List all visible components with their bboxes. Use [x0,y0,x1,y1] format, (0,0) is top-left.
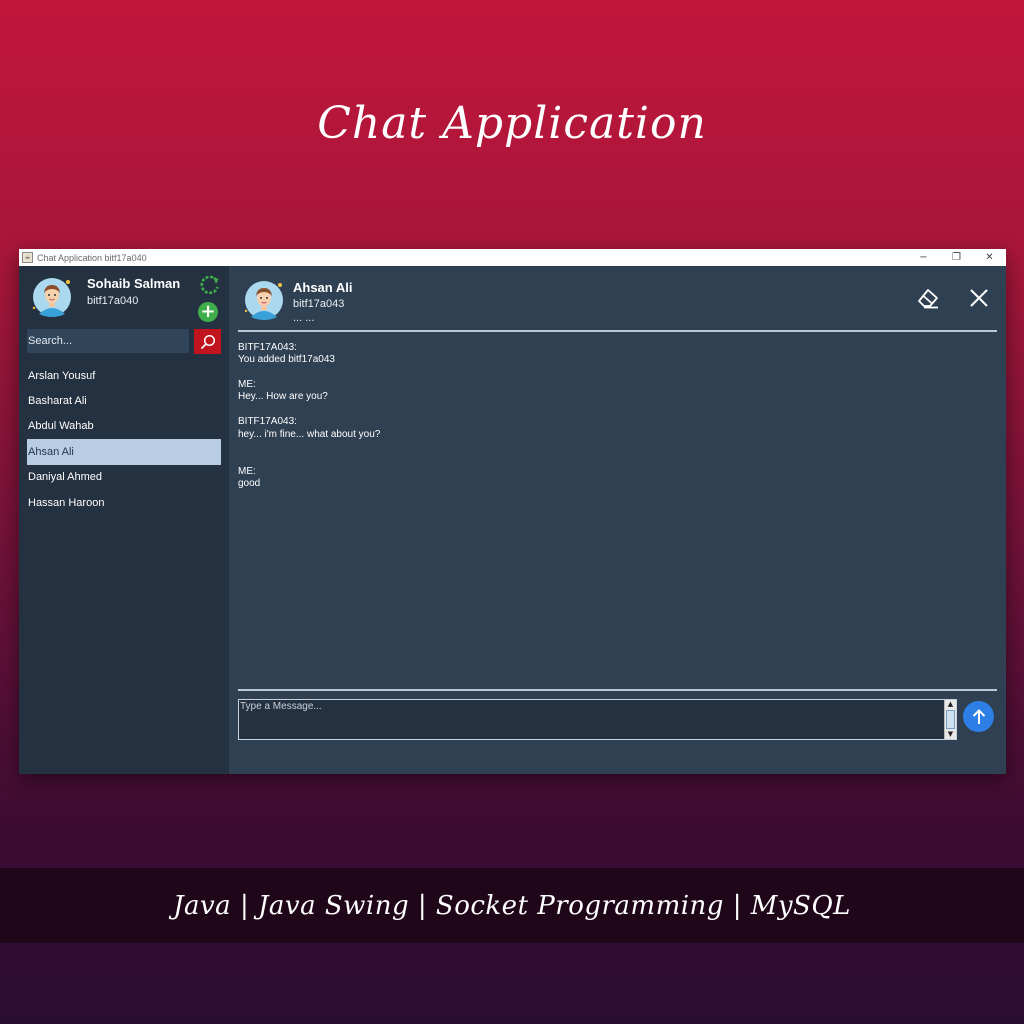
minimize-button[interactable]: − [907,249,940,266]
close-icon[interactable] [968,287,990,309]
message-sender: ME: [238,379,256,391]
header-divider [238,330,997,332]
contact-label: Basharat Ali [28,395,87,408]
scroll-down-icon[interactable]: ▼ [945,730,956,739]
contact-label: Arslan Yousuf [28,369,96,382]
message-text: You added bitf17a043 [238,354,335,366]
contact-label: Daniyal Ahmed [28,471,102,484]
message-input[interactable] [239,700,943,739]
contact-list: Arslan Yousuf Basharat Ali Abdul Wahab A… [27,363,221,515]
search-icon [200,334,215,349]
message: BITF17A043: hey... i'm fine... what abou… [238,416,978,441]
message-composer: ▲ ▼ [238,699,957,740]
window-titlebar: ☕ Chat Application bitf17a040 − ❐ ✕ [19,249,1006,266]
contact-item[interactable]: Abdul Wahab [27,414,221,439]
scroll-up-icon[interactable]: ▲ [945,700,956,709]
message-text: Hey... How are you? [238,391,328,403]
java-app-icon: ☕ [22,252,33,263]
typing-status: ... ... [293,312,315,324]
tech-stack-footer: Java | Java Swing | Socket Programming |… [173,890,851,921]
contact-item[interactable]: Arslan Yousuf [27,363,221,388]
add-contact-icon[interactable]: + [198,302,218,322]
contact-item[interactable]: Daniyal Ahmed [27,465,221,490]
message-text: hey... i'm fine... what about you? [238,428,381,440]
maximize-button[interactable]: ❐ [940,249,973,266]
chat-contact-name: Ahsan Ali [293,280,353,295]
chat-contact-id: bitf17a043 [293,298,345,310]
composer-divider [238,689,997,691]
scroll-thumb[interactable] [946,710,955,729]
contact-item[interactable]: Basharat Ali [27,388,221,413]
contact-item[interactable]: Hassan Haroon [27,490,221,515]
search-input[interactable] [27,329,189,353]
sidebar: Sohaib Salman bitf17a040 + Arslan Yousuf… [19,266,229,774]
message-scrollbar[interactable]: ▲ ▼ [944,700,956,739]
window-controls: − ❐ ✕ [907,249,1006,266]
poster-title: Chat Application [317,98,707,149]
message-text: good [238,478,261,490]
refresh-icon[interactable] [199,274,221,296]
contact-avatar-icon [244,281,283,320]
contact-label: Abdul Wahab [28,420,94,433]
message-sender: ME: [238,465,256,477]
message: ME: Hey... How are you? [238,379,978,404]
message-sender: BITF17A043: [238,342,297,353]
current-user-id: bitf17a040 [87,295,139,307]
user-avatar-icon [32,278,71,317]
message-sender: BITF17A043: [238,416,297,428]
search-button[interactable] [194,329,221,354]
message-log: BITF17A043: You added bitf17a043 ME: Hey… [238,342,978,503]
contact-label: Ahsan Ali [28,445,74,458]
arrow-up-icon [972,708,985,724]
message: BITF17A043: You added bitf17a043 [238,342,978,367]
footer-band: Java | Java Swing | Socket Programming |… [0,868,1024,943]
contact-label: Hassan Haroon [28,496,105,509]
eraser-icon[interactable] [916,287,940,309]
contact-item-selected[interactable]: Ahsan Ali [27,439,221,465]
send-button[interactable] [963,701,994,732]
close-window-button[interactable]: ✕ [973,249,1006,266]
window-title: Chat Application bitf17a040 [37,252,147,263]
app-window: ☕ Chat Application bitf17a040 − ❐ ✕ Soha… [19,249,1006,774]
current-user-name: Sohaib Salman [87,276,181,291]
message: ME: good [238,466,978,491]
